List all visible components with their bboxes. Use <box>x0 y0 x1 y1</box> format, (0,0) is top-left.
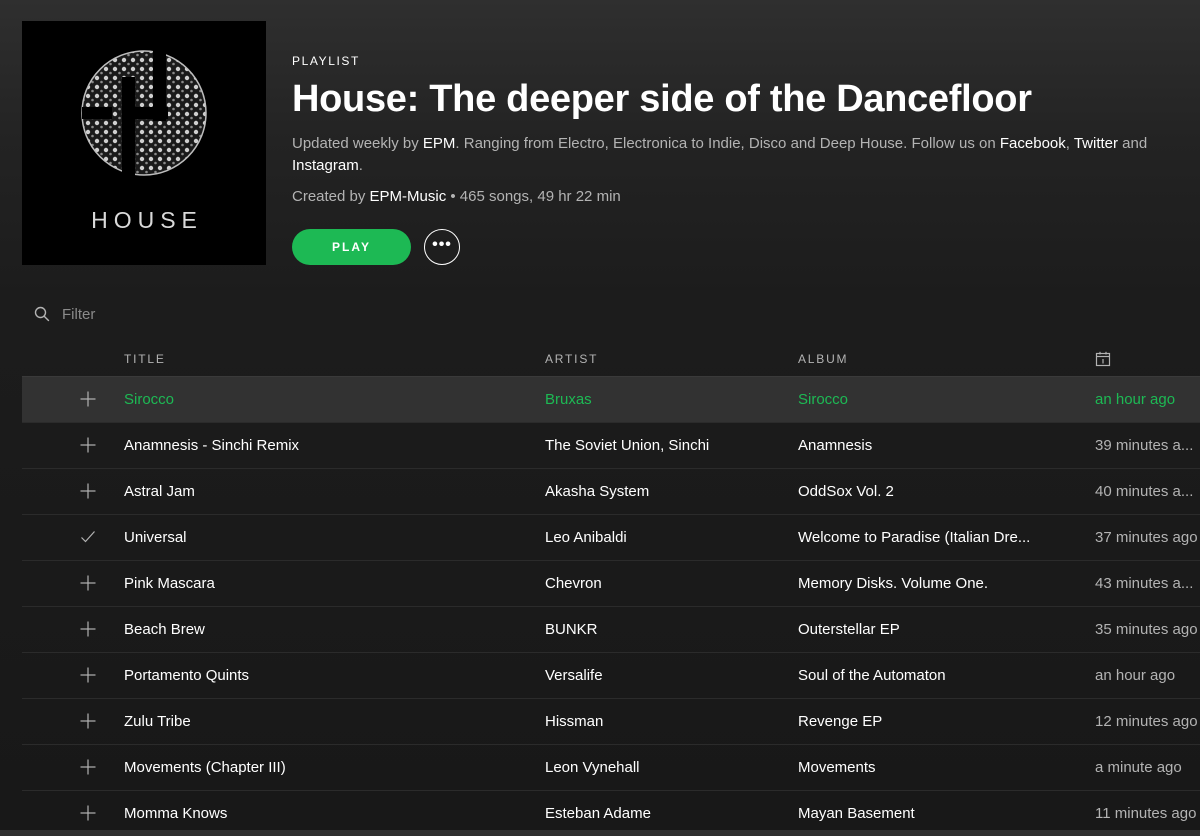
track-date-added: a minute ago <box>1095 759 1182 776</box>
track-title: Anamnesis - Sinchi Remix <box>124 437 300 454</box>
track-album[interactable]: Soul of the Automaton <box>798 653 1038 698</box>
column-header-album[interactable]: ALBUM <box>798 352 848 366</box>
track-artist[interactable]: The Soviet Union, Sinchi <box>545 423 775 468</box>
track-album[interactable]: Mayan Basement <box>798 791 1038 836</box>
more-options-button[interactable]: ••• <box>424 229 460 265</box>
search-icon <box>34 306 50 322</box>
track-date-added: 35 minutes ago <box>1095 621 1198 638</box>
description-text: . <box>358 157 363 174</box>
table-row[interactable]: Anamnesis - Sinchi Remix The Soviet Union… <box>22 422 1200 468</box>
track-title: Momma Knows <box>124 805 228 822</box>
instagram-link[interactable]: Instagram <box>292 157 359 174</box>
cover-caption: HOUSE <box>91 207 203 233</box>
track-title: Astral Jam <box>124 483 195 500</box>
track-artist[interactable]: Esteban Adame <box>545 791 775 836</box>
table-row[interactable]: Universal Leo Anibaldi Welcome to Paradise… <box>22 514 1200 560</box>
playlist-header: PLAYLIST House: The deeper side of the D… <box>292 54 1192 205</box>
play-button[interactable]: PLAY <box>292 229 411 265</box>
description-text: , <box>1065 135 1074 152</box>
track-artist[interactable]: Leo Anibaldi <box>545 515 775 560</box>
track-album[interactable]: Welcome to Paradise (Italian Dre... <box>798 515 1038 560</box>
track-title: Sirocco <box>124 391 175 408</box>
track-artist[interactable]: Hissman <box>545 699 775 744</box>
column-header-title[interactable]: TITLE <box>124 352 166 366</box>
more-options-icon: ••• <box>432 236 452 253</box>
table-row[interactable]: Pink Mascara Chevron Memory Disks. Volume … <box>22 560 1200 606</box>
track-album[interactable]: Movements <box>798 745 1038 790</box>
table-row[interactable]: Movements (Chapter III) Leon Vynehall Move… <box>22 744 1200 790</box>
track-album[interactable]: Outerstellar EP <box>798 607 1038 652</box>
check-icon[interactable] <box>80 529 96 545</box>
track-date-added: an hour ago <box>1095 391 1176 408</box>
playlist-meta: Created by EPM-Music • 465 songs, 49 hr … <box>292 188 1192 205</box>
add-icon[interactable] <box>80 621 96 637</box>
filter-bar <box>34 302 334 326</box>
add-icon[interactable] <box>80 713 96 729</box>
track-title: Movements (Chapter III) <box>124 759 286 776</box>
column-header-artist[interactable]: ARTIST <box>545 352 598 366</box>
track-artist[interactable]: BUNKR <box>545 607 775 652</box>
track-artist[interactable]: Chevron <box>545 561 775 606</box>
author-link[interactable]: EPM <box>423 135 456 152</box>
track-list: Sirocco Bruxas Sirocco an hour ago Anamnesis… <box>22 376 1200 836</box>
track-artist[interactable]: Leon Vynehall <box>545 745 775 790</box>
playlist-stats: • 465 songs, 49 hr 22 min <box>446 188 621 205</box>
table-row[interactable]: Sirocco Bruxas Sirocco an hour ago <box>22 376 1200 422</box>
add-icon[interactable] <box>80 437 96 453</box>
description-text: and <box>1118 135 1148 152</box>
track-date-added: 40 minutes a... <box>1095 483 1194 500</box>
track-title: Beach Brew <box>124 621 205 638</box>
track-date-added: 12 minutes ago <box>1095 713 1198 730</box>
creator-link[interactable]: EPM-Music <box>370 188 447 205</box>
track-album[interactable]: OddSox Vol. 2 <box>798 469 1038 514</box>
facebook-link[interactable]: Facebook <box>1000 135 1066 152</box>
track-date-added: 43 minutes a... <box>1095 575 1194 592</box>
description-text: Updated weekly by <box>292 135 423 152</box>
track-album[interactable]: Revenge EP <box>798 699 1038 744</box>
add-icon[interactable] <box>80 483 96 499</box>
description-text: . Ranging from Electro, Electronica to I… <box>455 135 1000 152</box>
track-date-added: 39 minutes a... <box>1095 437 1194 454</box>
track-title: Universal <box>124 529 187 546</box>
playlist-cover[interactable]: HOUSE <box>22 21 266 265</box>
add-icon[interactable] <box>80 575 96 591</box>
table-row[interactable]: Beach Brew BUNKR Outerstellar EP 35 minutes… <box>22 606 1200 652</box>
track-artist[interactable]: Akasha System <box>545 469 775 514</box>
add-icon[interactable] <box>80 759 96 775</box>
add-icon[interactable] <box>80 391 96 407</box>
playlist-description: Updated weekly by EPM. Ranging from Elec… <box>292 133 1192 177</box>
track-date-added: 37 minutes ago <box>1095 529 1198 546</box>
page-title: House: The deeper side of the Dancefloor <box>292 78 1032 120</box>
track-artist[interactable]: Versalife <box>545 653 775 698</box>
add-icon[interactable] <box>80 667 96 683</box>
add-icon[interactable] <box>80 805 96 821</box>
table-row[interactable]: Astral Jam Akasha System OddSox Vol. 2 40 m… <box>22 468 1200 514</box>
filter-input[interactable] <box>62 302 322 326</box>
track-album[interactable]: Anamnesis <box>798 423 1038 468</box>
track-title: Pink Mascara <box>124 575 215 592</box>
track-date-added: 11 minutes ago <box>1095 805 1197 822</box>
table-row[interactable]: Portamento Quints Versalife Soul of the Au… <box>22 652 1200 698</box>
created-by-label: Created by <box>292 188 370 205</box>
track-album[interactable]: Memory Disks. Volume One. <box>798 561 1038 606</box>
track-title: Portamento Quints <box>124 667 250 684</box>
twitter-link[interactable]: Twitter <box>1074 135 1118 152</box>
playlist-type-label: PLAYLIST <box>292 54 360 68</box>
track-artist[interactable]: Bruxas <box>545 377 775 422</box>
calendar-icon[interactable] <box>1095 351 1111 367</box>
track-album[interactable]: Sirocco <box>798 377 1038 422</box>
table-row[interactable]: Momma Knows Esteban Adame Mayan Basement 11… <box>22 790 1200 836</box>
track-title: Zulu Tribe <box>124 713 191 730</box>
table-row[interactable]: Zulu Tribe Hissman Revenge EP 12 minutes ag… <box>22 698 1200 744</box>
track-date-added: an hour ago <box>1095 667 1176 684</box>
